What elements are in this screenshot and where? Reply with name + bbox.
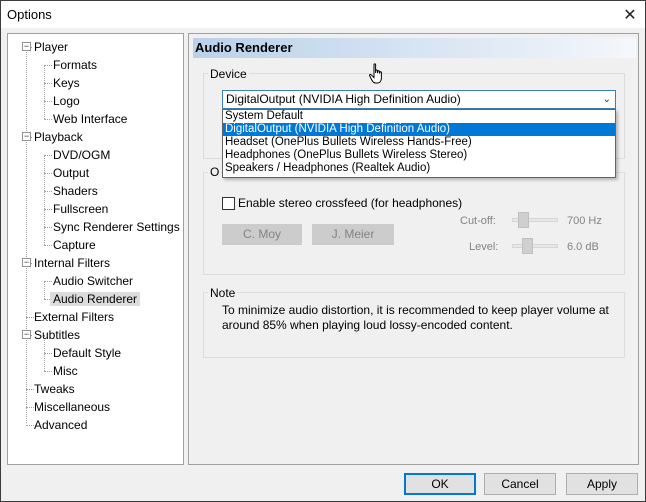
close-icon[interactable]: ✕ bbox=[615, 1, 645, 28]
apply-button[interactable]: Apply bbox=[566, 473, 638, 495]
tree-item-formats[interactable]: Formats bbox=[53, 56, 97, 74]
options-tree[interactable]: − − − − Player Formats Keys Logo Web Int… bbox=[7, 33, 184, 465]
options-group-label: O bbox=[208, 165, 222, 179]
note-text: To minimize audio distortion, it is reco… bbox=[222, 303, 609, 332]
collapse-playback-icon[interactable]: − bbox=[22, 132, 31, 141]
tree-item-subtitles[interactable]: Subtitles bbox=[34, 326, 80, 344]
device-dropdown-list: System Default DigitalOutput (NVIDIA Hig… bbox=[222, 109, 616, 178]
level-track bbox=[512, 244, 558, 248]
window-title: Options bbox=[7, 7, 52, 22]
level-value: 6.0 dB bbox=[567, 241, 599, 253]
tree-item-audio-renderer[interactable]: Audio Renderer bbox=[50, 290, 141, 308]
cutoff-label: Cut-off: bbox=[460, 215, 496, 227]
page-title: Audio Renderer bbox=[193, 38, 636, 58]
crossfeed-checkbox[interactable] bbox=[222, 197, 235, 210]
device-option-system-default[interactable]: System Default bbox=[223, 110, 615, 123]
tree-item-external-filters[interactable]: External Filters bbox=[34, 308, 114, 326]
tree-item-logo[interactable]: Logo bbox=[53, 92, 80, 110]
tree-item-shaders[interactable]: Shaders bbox=[53, 182, 98, 200]
tree-item-keys[interactable]: Keys bbox=[53, 74, 80, 92]
hand-cursor-icon bbox=[369, 63, 382, 84]
note-group-label: Note bbox=[208, 286, 238, 300]
device-option-digital-output[interactable]: DigitalOutput (NVIDIA High Definition Au… bbox=[223, 123, 615, 136]
collapse-player-icon[interactable]: − bbox=[22, 42, 31, 51]
tree-item-tweaks[interactable]: Tweaks bbox=[34, 380, 75, 398]
device-group-label: Device bbox=[208, 67, 249, 81]
tree-item-sync-renderer-settings[interactable]: Sync Renderer Settings bbox=[53, 218, 180, 236]
tree-item-web-interface[interactable]: Web Interface bbox=[53, 110, 127, 128]
tree-item-internal-filters[interactable]: Internal Filters bbox=[34, 254, 110, 272]
tree-item-advanced[interactable]: Advanced bbox=[34, 416, 87, 434]
cutoff-slider-thumb[interactable] bbox=[518, 212, 529, 228]
device-option-headphones[interactable]: Headphones (OnePlus Bullets Wireless Ste… bbox=[223, 149, 615, 162]
device-select[interactable]: DigitalOutput (NVIDIA High Definition Au… bbox=[222, 90, 616, 109]
cutoff-value: 700 Hz bbox=[567, 215, 602, 227]
options-window: Options ✕ − − − − Player Formats Keys Lo… bbox=[0, 0, 646, 502]
jmeier-button[interactable]: J. Meier bbox=[312, 224, 394, 245]
tree-item-audio-switcher[interactable]: Audio Switcher bbox=[53, 272, 133, 290]
tree-item-default-style[interactable]: Default Style bbox=[53, 344, 121, 362]
chevron-down-icon[interactable]: ⌄ bbox=[603, 91, 611, 108]
device-option-speakers[interactable]: Speakers / Headphones (Realtek Audio) bbox=[223, 162, 615, 175]
device-option-headset[interactable]: Headset (OnePlus Bullets Wireless Hands-… bbox=[223, 136, 615, 149]
tree-item-dvd-ogm[interactable]: DVD/OGM bbox=[53, 146, 110, 164]
tree-item-capture[interactable]: Capture bbox=[53, 236, 96, 254]
tree-item-playback[interactable]: Playback bbox=[34, 128, 83, 146]
crossfeed-label[interactable]: Enable stereo crossfeed (for headphones) bbox=[238, 196, 462, 210]
ok-button[interactable]: OK bbox=[404, 473, 476, 495]
cmoy-button[interactable]: C. Moy bbox=[222, 224, 302, 245]
level-slider-thumb[interactable] bbox=[522, 238, 533, 254]
tree-item-player[interactable]: Player bbox=[34, 38, 68, 56]
collapse-internal-filters-icon[interactable]: − bbox=[22, 258, 31, 267]
title-bar: Options ✕ bbox=[1, 1, 645, 28]
tree-item-miscellaneous[interactable]: Miscellaneous bbox=[34, 398, 110, 416]
device-select-value: DigitalOutput (NVIDIA High Definition Au… bbox=[226, 92, 461, 106]
level-label: Level: bbox=[469, 241, 499, 253]
collapse-subtitles-icon[interactable]: − bbox=[22, 330, 31, 339]
cancel-button[interactable]: Cancel bbox=[484, 473, 556, 495]
tree-item-fullscreen[interactable]: Fullscreen bbox=[53, 200, 108, 218]
tree-item-output[interactable]: Output bbox=[53, 164, 89, 182]
tree-item-misc[interactable]: Misc bbox=[53, 362, 78, 380]
